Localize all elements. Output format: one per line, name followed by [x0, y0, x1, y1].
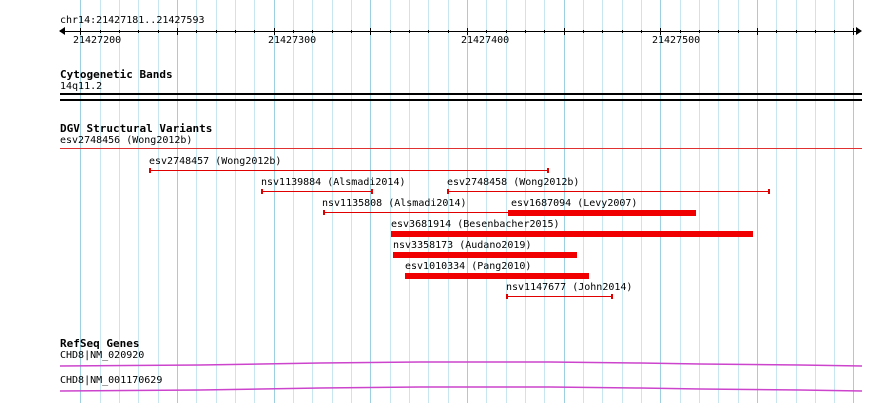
refseq-gene-tracks: [59, 361, 863, 392]
transcript-line[interactable]: [59, 361, 863, 367]
transcript-line[interactable]: [59, 386, 863, 392]
